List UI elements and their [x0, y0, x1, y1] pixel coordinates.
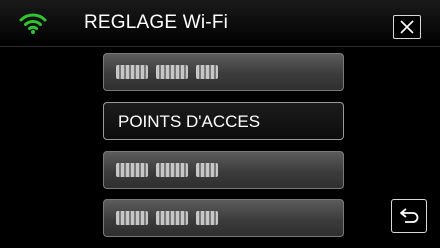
page-title: REGLAGE Wi-Fi [84, 12, 229, 33]
menu-item-3[interactable] [103, 151, 344, 189]
back-button[interactable] [391, 199, 427, 233]
menu-item-1[interactable] [103, 53, 344, 91]
close-icon [400, 20, 414, 34]
back-return-icon [400, 208, 419, 223]
menu-item-access-points[interactable]: POINTS D'ACCES [103, 102, 344, 140]
header-bar: REGLAGE Wi-Fi [0, 0, 440, 47]
menu-item-4[interactable] [103, 199, 344, 237]
close-button[interactable] [393, 15, 421, 39]
menu-item-label: POINTS D'ACCES [118, 112, 261, 131]
wifi-icon [19, 13, 47, 34]
